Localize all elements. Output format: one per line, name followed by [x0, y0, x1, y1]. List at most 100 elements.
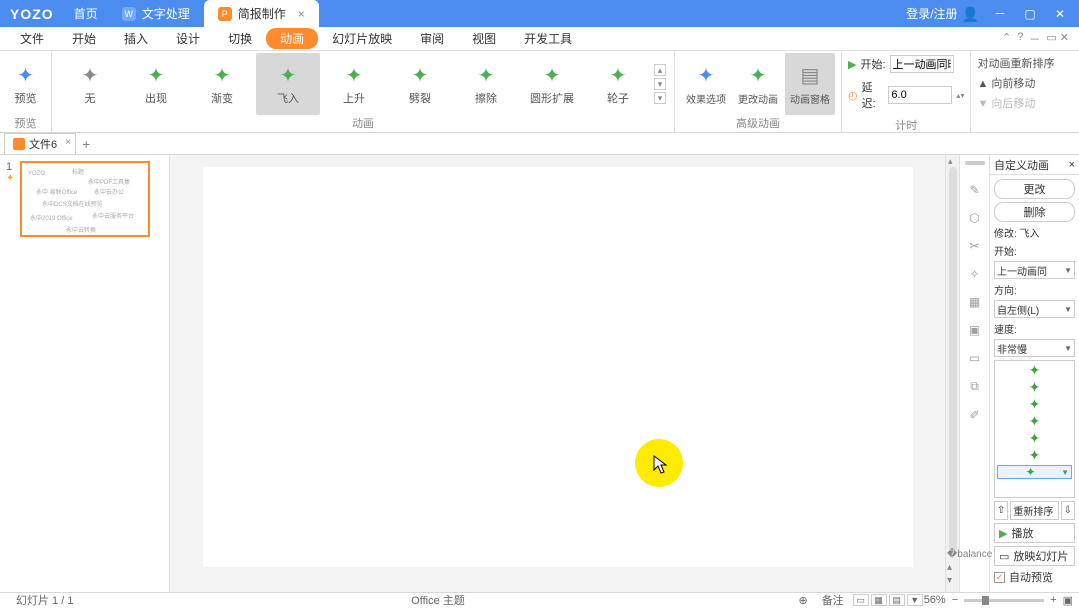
effect-item[interactable]: ✦	[997, 397, 1072, 411]
menu-view[interactable]: 视图	[458, 28, 510, 49]
scroll-nav-icons[interactable]: �balance▴▾	[947, 549, 992, 586]
doc-tab[interactable]: 文件6 ×	[4, 133, 76, 154]
menu-animation[interactable]: 动画	[266, 28, 318, 49]
vertical-scrollbar[interactable]: ▴ �balance▴▾	[945, 155, 959, 592]
close-button[interactable]: ✕	[1051, 5, 1069, 23]
minimize-button[interactable]: －	[991, 5, 1009, 23]
play-button[interactable]: ▶播放	[994, 523, 1075, 543]
ribbon-close-icon[interactable]: ▭ ✕	[1046, 31, 1069, 47]
menu-transition[interactable]: 切换	[214, 28, 266, 49]
grid-icon[interactable]: ▦	[969, 295, 980, 309]
start-select[interactable]	[890, 55, 954, 73]
menu-review[interactable]: 审阅	[406, 28, 458, 49]
menu-design[interactable]: 设计	[162, 28, 214, 49]
anim-none[interactable]: ✦无	[58, 53, 122, 115]
effect-icon: ✦	[693, 63, 719, 89]
anim-split[interactable]: ✦劈裂	[388, 53, 452, 115]
slideshow-button[interactable]: ▭放映幻灯片	[994, 546, 1075, 566]
drag-handle-icon[interactable]	[965, 161, 985, 165]
image-icon[interactable]: ▣	[969, 323, 980, 337]
anim-fade[interactable]: ✦渐变	[190, 53, 254, 115]
login-label: 登录/注册	[906, 5, 957, 22]
edit-icon[interactable]: ✐	[969, 408, 979, 422]
effect-item-selected[interactable]: ✦▼	[997, 465, 1072, 479]
tab-word-label: 文字处理	[142, 5, 190, 22]
autopreview-checkbox[interactable]: ✓自动预览	[994, 569, 1075, 585]
reorder-button[interactable]: 重新排序	[1010, 501, 1058, 520]
scroll-up-icon[interactable]: ▴	[948, 156, 953, 167]
anim-appear[interactable]: ✦出现	[124, 53, 188, 115]
tab-presentation[interactable]: P 简报制作 ×	[204, 0, 319, 27]
speed-select[interactable]: 非常慢▼	[994, 339, 1075, 357]
zoom-out-button[interactable]: −	[952, 594, 958, 606]
help-icon[interactable]: ?	[1017, 31, 1023, 47]
home-link[interactable]: 首页	[64, 5, 108, 22]
spinner-icon[interactable]: ▴▾	[956, 91, 964, 100]
magic-icon[interactable]: ✧	[969, 267, 979, 281]
menu-file[interactable]: 文件	[6, 28, 58, 49]
preview-button[interactable]: ✦ 预览	[6, 53, 45, 115]
add-tab-button[interactable]: +	[82, 136, 90, 152]
reorder-up[interactable]: ⇧	[994, 501, 1008, 520]
effect-item[interactable]: ✦	[997, 431, 1072, 445]
notes-button[interactable]: 备注	[814, 592, 852, 608]
ribbon-min-icon[interactable]: －	[1029, 31, 1040, 47]
clipboard-icon[interactable]: ▭	[969, 351, 980, 365]
anim-rise[interactable]: ✦上升	[322, 53, 386, 115]
change-button[interactable]: 更改	[994, 179, 1075, 199]
menu-home[interactable]: 开始	[58, 28, 110, 49]
sorter-view-button[interactable]: ▦	[871, 594, 887, 606]
anim-circle[interactable]: ✦圆形扩展	[520, 53, 584, 115]
copy-icon[interactable]: ⧉	[970, 379, 979, 394]
reading-view-button[interactable]: ▤	[889, 594, 905, 606]
slideshow-view-button[interactable]: ▼	[907, 594, 923, 606]
normal-view-button[interactable]: ▭	[853, 594, 869, 606]
slide-canvas[interactable]	[170, 155, 945, 592]
change-anim-button[interactable]: ✦更改动画	[733, 53, 783, 115]
anim-flyin[interactable]: ✦飞入	[256, 53, 320, 115]
group-preview-label: 预览	[0, 115, 51, 133]
doc-icon	[13, 138, 25, 150]
zoom-value: 56%	[924, 594, 946, 606]
doc-close-icon[interactable]: ×	[65, 137, 71, 148]
anim-wheel[interactable]: ✦轮子	[586, 53, 650, 115]
fit-button[interactable]: ▣	[1063, 594, 1073, 607]
effect-item[interactable]: ✦	[997, 414, 1072, 428]
effect-options-button[interactable]: ✦效果选项	[681, 53, 731, 115]
tab-close-icon[interactable]: ×	[298, 7, 305, 21]
start-select-pane[interactable]: 上一动画同▼	[994, 261, 1075, 279]
effect-list[interactable]: ✦ ✦ ✦ ✦ ✦ ✦ ✦▼	[994, 360, 1075, 498]
anim-pane-button[interactable]: ▤动画窗格	[785, 53, 835, 115]
scroll-track[interactable]	[949, 167, 957, 552]
clock-icon: ◴	[848, 89, 858, 102]
shapes-icon[interactable]: ⬡	[969, 211, 979, 225]
move-forward[interactable]: ▲ 向前移动	[977, 75, 1073, 91]
slide-thumbnail[interactable]: YOZO 标题 永中PDF工具集 永中 易联Office 永中云办公 永中DCS…	[20, 161, 150, 237]
reorder-down[interactable]: ⇩	[1061, 501, 1075, 520]
effect-item[interactable]: ✦	[997, 363, 1072, 377]
menu-dev[interactable]: 开发工具	[510, 28, 586, 49]
effect-item[interactable]: ✦	[997, 448, 1072, 462]
anim-wipe[interactable]: ✦擦除	[454, 53, 518, 115]
tab-word[interactable]: W 文字处理	[108, 0, 204, 27]
delay-input[interactable]	[888, 86, 952, 104]
pane-close-icon[interactable]: ×	[1069, 159, 1075, 171]
zoom-slider[interactable]	[964, 599, 1044, 602]
menu-insert[interactable]: 插入	[110, 28, 162, 49]
delete-button[interactable]: 删除	[994, 202, 1075, 222]
zoom-in-button[interactable]: +	[1050, 594, 1056, 606]
effect-item[interactable]: ✦	[997, 380, 1072, 394]
cut-icon[interactable]: ✂	[969, 239, 979, 253]
collapse-ribbon-icon[interactable]: ⌃	[1002, 31, 1011, 47]
thumbnail-panel: 1 ✦ YOZO 标题 永中PDF工具集 永中 易联Office 永中云办公 永…	[0, 155, 170, 592]
slide[interactable]	[203, 167, 913, 567]
menu-slideshow[interactable]: 幻灯片放映	[318, 28, 406, 49]
screen-icon: ▭	[999, 550, 1009, 563]
direction-select[interactable]: 自左侧(L)▼	[994, 300, 1075, 318]
maximize-button[interactable]: ▢	[1021, 5, 1039, 23]
ribbon: ✦ 预览 预览 ✦无 ✦出现 ✦渐变 ✦飞入 ✦上升 ✦劈裂 ✦擦除 ✦圆形扩展…	[0, 51, 1079, 133]
lang-icon[interactable]: ⊕	[792, 594, 813, 607]
anim-gallery-scroll[interactable]: ▴▾▾	[652, 60, 668, 108]
login-button[interactable]: 登录/注册 👤	[906, 5, 979, 22]
pen-icon[interactable]: ✎	[969, 183, 979, 197]
